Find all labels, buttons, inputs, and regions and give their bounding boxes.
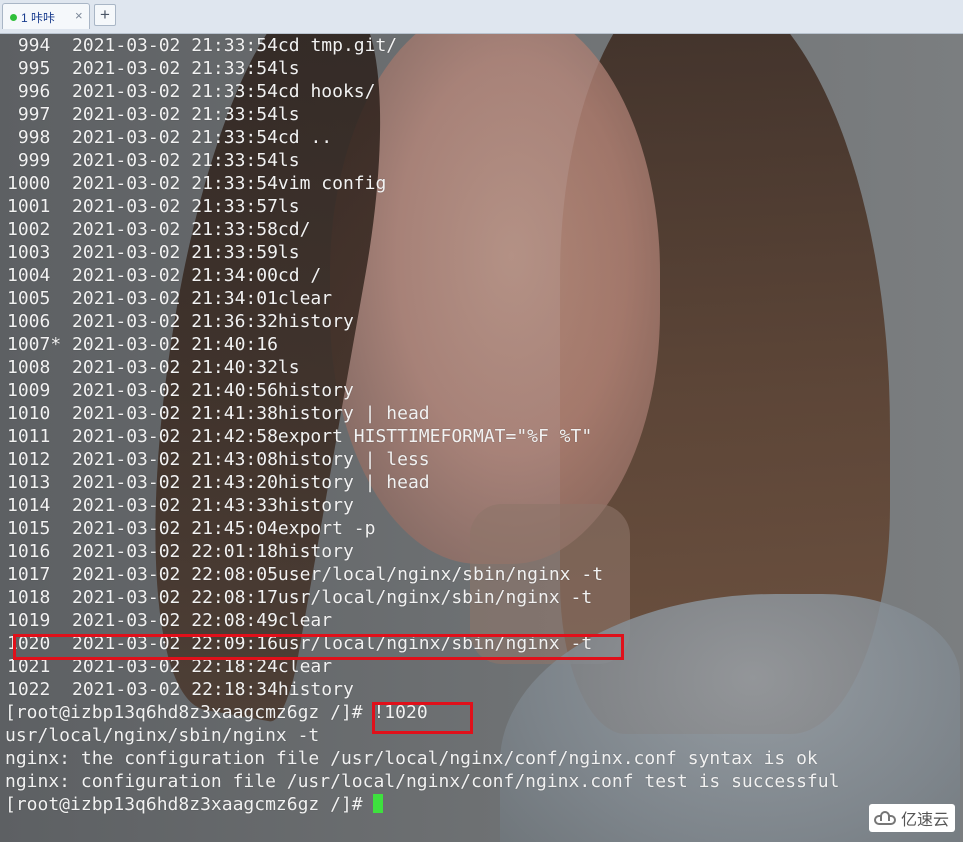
history-line: 1011 2021-03-02 21:42:58export HISTTIMEF… — [7, 426, 593, 447]
history-line: 1016 2021-03-02 22:01:18history — [7, 541, 354, 562]
tab-session-1[interactable]: 1 咔咔 × — [2, 3, 90, 29]
history-line: 996 2021-03-02 21:33:54cd hooks/ — [17, 81, 376, 102]
command-line: [root@izbp13q6hd8z3xaagcmz6gz /]# !1020 — [0, 701, 963, 724]
history-line: 1013 2021-03-02 21:43:20history | head — [7, 472, 430, 493]
connected-status-icon — [10, 14, 17, 21]
history-line: 1005 2021-03-02 21:34:01clear — [7, 288, 333, 309]
history-line: 1019 2021-03-02 22:08:49clear — [7, 610, 333, 631]
shell-prompt: [root@izbp13q6hd8z3xaagcmz6gz /]# — [5, 794, 363, 815]
history-line: 1000 2021-03-02 21:33:54vim config — [7, 173, 387, 194]
terminal[interactable]: 994 2021-03-02 21:33:54cd tmp.git/ 995 2… — [0, 34, 963, 842]
current-prompt-line[interactable]: [root@izbp13q6hd8z3xaagcmz6gz /]# — [0, 793, 963, 816]
history-line: 1009 2021-03-02 21:40:56history — [7, 380, 354, 401]
output-line: usr/local/nginx/sbin/nginx -t — [5, 725, 320, 746]
history-line: 1001 2021-03-02 21:33:57ls — [7, 196, 300, 217]
highlight-box-history-1020 — [13, 634, 624, 660]
highlight-box-command — [372, 702, 473, 734]
terminal-output: 994 2021-03-02 21:33:54cd tmp.git/ 995 2… — [0, 34, 963, 816]
history-line: 1018 2021-03-02 22:08:17usr/local/nginx/… — [7, 587, 593, 608]
text-cursor — [373, 794, 384, 813]
history-line: 1008 2021-03-02 21:40:32ls — [7, 357, 300, 378]
history-line: 1002 2021-03-02 21:33:58cd/ — [7, 219, 311, 240]
history-line: 1022 2021-03-02 22:18:34history — [7, 679, 354, 700]
output-line: nginx: configuration file /usr/local/ngi… — [5, 771, 840, 792]
history-line: 1014 2021-03-02 21:43:33history — [7, 495, 354, 516]
cloud-icon — [874, 811, 896, 825]
history-line: 1006 2021-03-02 21:36:32history — [7, 311, 354, 332]
history-line: 995 2021-03-02 21:33:54ls — [17, 58, 300, 79]
history-line: 999 2021-03-02 21:33:54ls — [17, 150, 300, 171]
history-line: 994 2021-03-02 21:33:54cd tmp.git/ — [17, 35, 398, 56]
history-line: 1010 2021-03-02 21:41:38history | head — [7, 403, 430, 424]
new-tab-button[interactable]: + — [94, 4, 116, 26]
watermark-logo: 亿速云 — [869, 804, 955, 832]
close-icon[interactable]: × — [75, 8, 83, 23]
tab-label: 1 咔咔 — [21, 11, 56, 25]
history-line: 997 2021-03-02 21:33:54ls — [17, 104, 300, 125]
tab-bar: 1 咔咔 × + — [0, 0, 963, 34]
history-line: 1003 2021-03-02 21:33:59ls — [7, 242, 300, 263]
shell-prompt: [root@izbp13q6hd8z3xaagcmz6gz /]# — [5, 702, 363, 723]
watermark-text: 亿速云 — [901, 812, 950, 829]
history-line: 1004 2021-03-02 21:34:00cd / — [7, 265, 322, 286]
history-line: 1012 2021-03-02 21:43:08history | less — [7, 449, 430, 470]
history-line: 1017 2021-03-02 22:08:05user/local/nginx… — [7, 564, 604, 585]
output-line: nginx: the configuration file /usr/local… — [5, 748, 818, 769]
history-line: 1007* 2021-03-02 21:40:16 — [7, 334, 278, 355]
history-line: 1015 2021-03-02 21:45:04export -p — [7, 518, 376, 539]
history-line: 998 2021-03-02 21:33:54cd .. — [17, 127, 333, 148]
